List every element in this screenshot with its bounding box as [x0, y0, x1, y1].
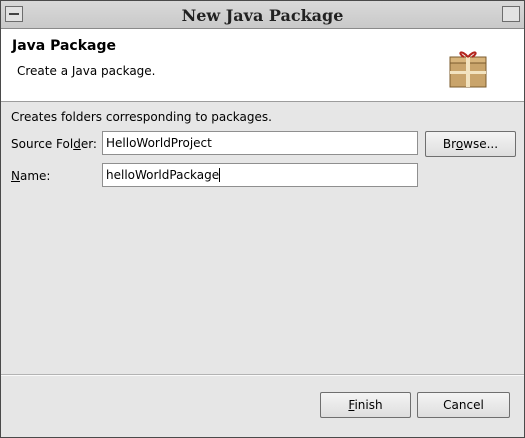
cancel-button[interactable]: Cancel	[417, 392, 510, 418]
title-bar[interactable]: New Java Package	[1, 1, 524, 29]
package-name-input[interactable]: helloWorldPackage	[102, 163, 418, 187]
name-label: Name:	[11, 169, 51, 183]
browse-button[interactable]: Browse...	[425, 131, 516, 157]
dialog-window: New Java Package Java Package Create a J…	[0, 0, 525, 438]
text-cursor	[219, 168, 221, 182]
finish-button[interactable]: Finish	[320, 392, 411, 418]
wizard-header: Java Package Create a Java package.	[1, 29, 524, 102]
window-control-button[interactable]	[502, 6, 520, 22]
window-title: New Java Package	[181, 6, 344, 25]
form-description: Creates folders corresponding to package…	[11, 110, 272, 124]
page-title: Java Package	[12, 38, 117, 54]
source-folder-label: Source Folder:	[11, 137, 97, 151]
page-description: Create a Java package.	[17, 64, 156, 78]
footer-separator	[1, 374, 524, 376]
package-icon	[449, 51, 487, 88]
source-folder-input[interactable]: HelloWorldProject	[102, 131, 418, 155]
